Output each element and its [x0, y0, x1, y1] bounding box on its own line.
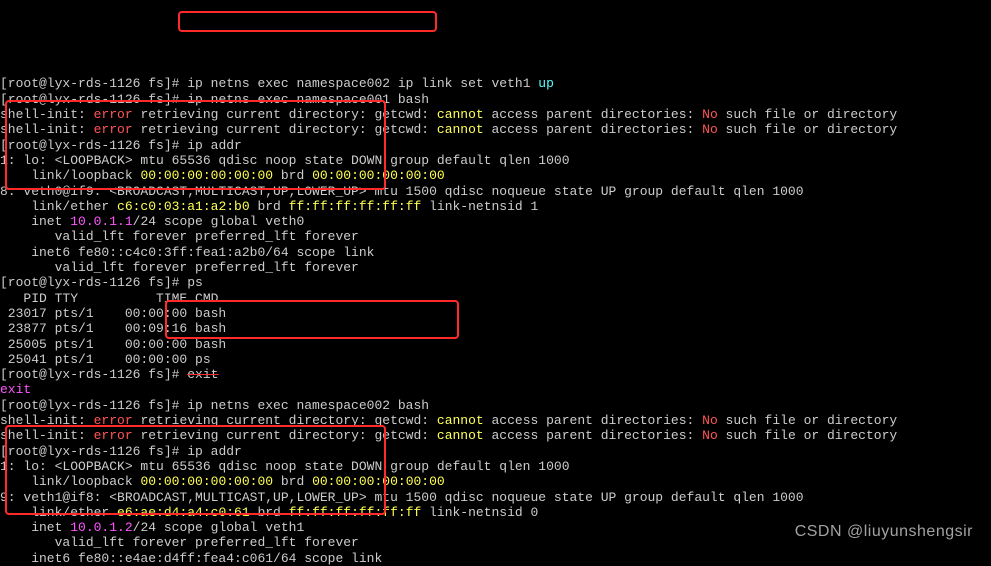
- watermark: CSDN @liuyunshengsir: [795, 524, 973, 539]
- error-line: shell-init: error retrieving current dir…: [0, 413, 991, 428]
- output-line: 9: veth1@if8: <BROADCAST,MULTICAST,UP,LO…: [0, 490, 991, 505]
- error-line: shell-init: error retrieving current dir…: [0, 107, 991, 122]
- output-line: 1: lo: <LOOPBACK> mtu 65536 qdisc noop s…: [0, 459, 991, 474]
- output-line: link/ether c6:c0:03:a1:a2:b0 brd ff:ff:f…: [0, 199, 991, 214]
- ps-row: 23017 pts/1 00:00:00 bash: [0, 306, 991, 321]
- output-line: inet6 fe80::c4c0:3ff:fea1:a2b0/64 scope …: [0, 245, 991, 260]
- output-line: link/loopback 00:00:00:00:00:00 brd 00:0…: [0, 474, 991, 489]
- cmd-line: [root@lyx-rds-1126 fs]# ip addr: [0, 138, 991, 153]
- ps-row: 23877 pts/1 00:09:16 bash: [0, 321, 991, 336]
- output-line: valid_lft forever preferred_lft forever: [0, 260, 991, 275]
- ps-header: PID TTY TIME CMD: [0, 291, 991, 306]
- output-line: valid_lft forever preferred_lft forever: [0, 229, 991, 244]
- cmd-line: [root@lyx-rds-1126 fs]# ip netns exec na…: [0, 76, 991, 91]
- error-line: shell-init: error retrieving current dir…: [0, 122, 991, 137]
- cmd-line: [root@lyx-rds-1126 fs]# ip netns exec na…: [0, 92, 991, 107]
- output-line: link/loopback 00:00:00:00:00:00 brd 00:0…: [0, 168, 991, 183]
- output-line: link/ether e6:ae:d4:a4:c0:61 brd ff:ff:f…: [0, 505, 991, 520]
- ps-row: 25041 pts/1 00:00:00 ps: [0, 352, 991, 367]
- cmd-line: [root@lyx-rds-1126 fs]# ip netns exec na…: [0, 398, 991, 413]
- ps-row: 25005 pts/1 00:00:00 bash: [0, 337, 991, 352]
- cmd-line: [root@lyx-rds-1126 fs]# exit: [0, 367, 991, 382]
- highlight-box: [178, 11, 437, 32]
- output-line: 8: veth0@if9: <BROADCAST,MULTICAST,UP,LO…: [0, 184, 991, 199]
- cmd-line: [root@lyx-rds-1126 fs]# ps: [0, 275, 991, 290]
- output-line: inet 10.0.1.1/24 scope global veth0: [0, 214, 991, 229]
- output-line: inet6 fe80::e4ae:d4ff:fea4:c061/64 scope…: [0, 551, 991, 566]
- output-line: exit: [0, 382, 991, 397]
- output-line: 1: lo: <LOOPBACK> mtu 65536 qdisc noop s…: [0, 153, 991, 168]
- terminal-output[interactable]: [root@lyx-rds-1126 fs]# ip netns exec na…: [0, 76, 991, 566]
- cmd-line: [root@lyx-rds-1126 fs]# ip addr: [0, 444, 991, 459]
- error-line: shell-init: error retrieving current dir…: [0, 428, 991, 443]
